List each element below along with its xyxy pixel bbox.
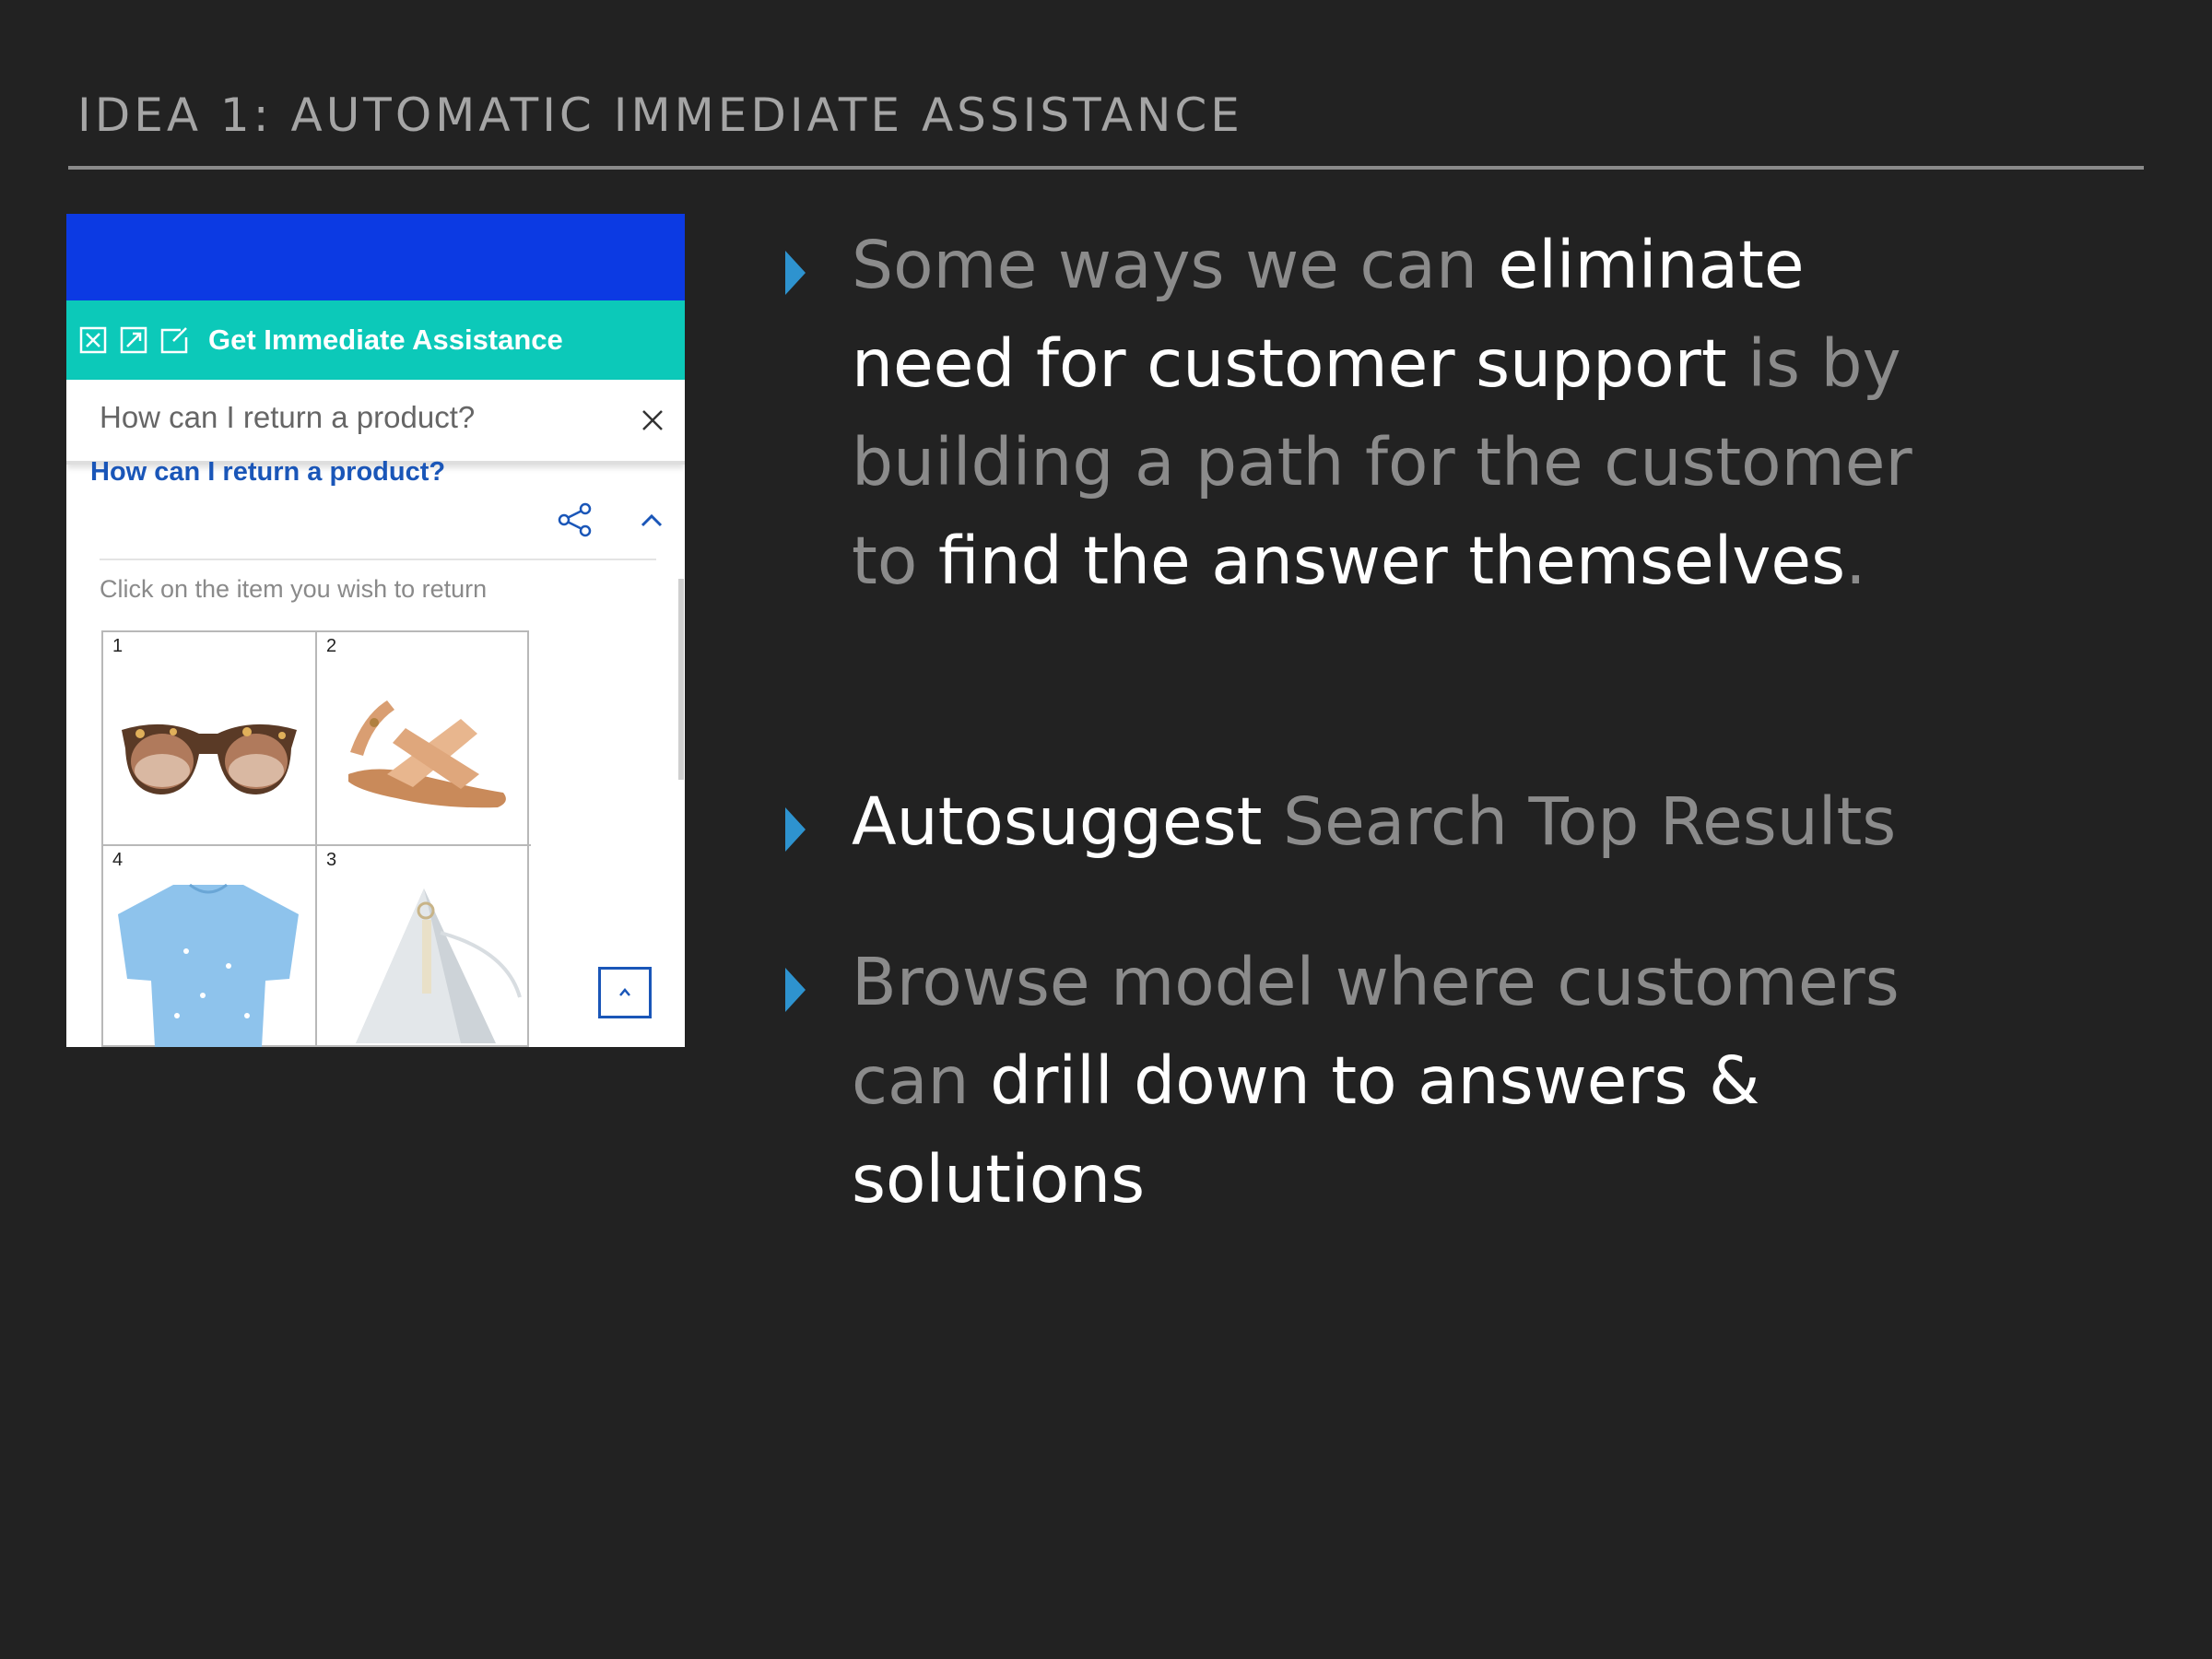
widget-topbar xyxy=(66,214,685,300)
search-row[interactable]: How can I return a product? xyxy=(66,380,685,465)
item-number: 2 xyxy=(326,636,337,656)
search-input[interactable]: How can I return a product? xyxy=(100,400,475,435)
bullet-marker-icon xyxy=(785,807,806,852)
widget-header: Get Immediate Assistance xyxy=(66,300,685,380)
item-number: 4 xyxy=(112,850,124,870)
chevron-up-icon[interactable] xyxy=(638,509,665,531)
question-title[interactable]: How can I return a product? xyxy=(90,457,445,488)
item-number: 3 xyxy=(326,850,337,870)
product-item-blue-top[interactable]: 4 xyxy=(103,846,317,1047)
assistance-widget-screenshot: Get Immediate Assistance How can I retur… xyxy=(66,214,685,1047)
silver-bag-image xyxy=(356,888,522,1043)
bullet-1-text: Some ways we can eliminate need for cust… xyxy=(852,216,1985,610)
instruction-text: Click on the item you wish to return xyxy=(100,575,488,603)
product-item-sunglasses[interactable]: 1 xyxy=(103,632,317,846)
title-divider xyxy=(68,166,2144,170)
bullet-2-text: Autosuggest Search Top Results xyxy=(852,772,1985,871)
card-divider xyxy=(100,559,656,560)
bullet-segment: Some ways we can xyxy=(852,227,1499,303)
expand-icon[interactable] xyxy=(120,326,147,354)
bullet-segment: Search Top Results xyxy=(1262,783,1897,860)
product-item-sandal[interactable]: 2 xyxy=(317,632,531,846)
product-grid: 1 2 4 3 xyxy=(101,630,531,1047)
sandal-image xyxy=(348,700,506,808)
bullet-marker-icon xyxy=(785,251,806,295)
close-icon[interactable] xyxy=(640,407,665,433)
widget-header-title: Get Immediate Assistance xyxy=(208,324,563,356)
bullet-segment: Autosuggest xyxy=(852,783,1263,860)
bullet-segment: find the answer themselves xyxy=(937,523,1846,599)
product-item-silver-bag[interactable]: 3 xyxy=(317,846,531,1047)
scrollbar[interactable] xyxy=(678,579,684,780)
edit-icon[interactable] xyxy=(160,326,188,354)
bullet-marker-icon xyxy=(785,968,806,1012)
bullet-3-text: Browse model where customers can drill d… xyxy=(852,933,1985,1229)
share-icon[interactable] xyxy=(557,501,594,538)
sunglasses-image xyxy=(122,724,297,794)
slide-title: IDEA 1: AUTOMATIC IMMEDIATE ASSISTANCE xyxy=(77,88,1243,142)
item-number: 1 xyxy=(112,636,124,656)
blue-top-image xyxy=(118,883,299,1047)
close-box-icon[interactable] xyxy=(79,326,107,354)
bullet-segment: . xyxy=(1845,523,1866,599)
scroll-to-top-button[interactable] xyxy=(598,967,652,1018)
